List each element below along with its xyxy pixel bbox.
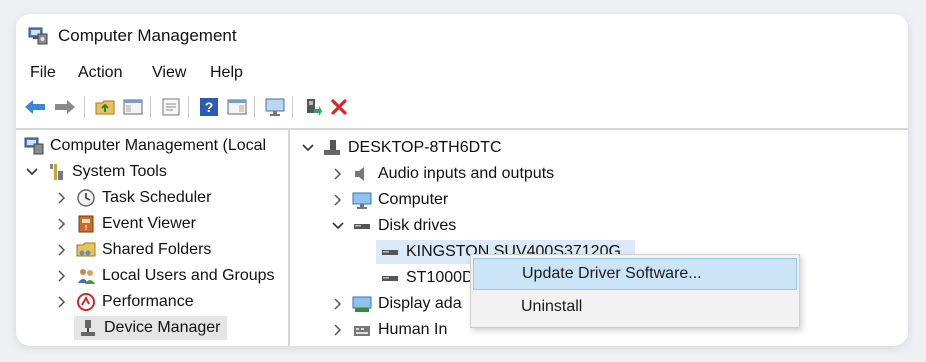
- device-category-computer[interactable]: Computer: [330, 188, 448, 212]
- chevron-right-icon[interactable]: [54, 216, 70, 232]
- uninstall-menu-item[interactable]: Uninstall: [473, 291, 797, 323]
- toolbar-separator: [254, 96, 255, 118]
- chevron-down-icon[interactable]: [300, 140, 316, 156]
- chevron-down-icon[interactable]: [330, 218, 346, 234]
- uninstall-x-icon[interactable]: [326, 94, 352, 120]
- chevron-right-icon[interactable]: [330, 166, 346, 182]
- title-bar: Computer Management: [16, 14, 908, 60]
- properties-icon[interactable]: [158, 94, 184, 120]
- device-label: ST1000D: [406, 269, 474, 286]
- monitor-icon[interactable]: [262, 94, 288, 120]
- disk-drive-icon: [352, 216, 372, 236]
- device-disk-st1000[interactable]: ST1000D: [380, 266, 474, 290]
- console-tree: Computer Management (Local System Tools …: [16, 130, 288, 346]
- update-driver-software-menu-item[interactable]: Update Driver Software...: [473, 258, 797, 290]
- show-action-pane-icon[interactable]: [224, 94, 250, 120]
- toolbar-separator: [188, 96, 189, 118]
- chevron-right-icon[interactable]: [54, 268, 70, 284]
- device-category-label: Computer: [378, 191, 449, 208]
- menu-help[interactable]: Help: [210, 64, 243, 82]
- menu-view[interactable]: View: [152, 64, 186, 82]
- computer-management-icon: [24, 136, 44, 156]
- tree-item-shared-folders[interactable]: Shared Folders: [54, 238, 211, 262]
- event-viewer-icon: !: [76, 214, 96, 234]
- users-icon: [76, 266, 96, 286]
- tree-root-label: Computer Management (Local: [50, 137, 267, 154]
- device-category-label: Disk drives: [378, 217, 457, 234]
- disk-drive-icon: [380, 268, 400, 288]
- device-category-disk-drives[interactable]: Disk drives: [330, 214, 456, 238]
- chevron-right-icon[interactable]: [54, 294, 70, 310]
- chevron-down-icon[interactable]: [24, 164, 40, 180]
- display-adapter-icon: [352, 294, 372, 314]
- up-folder-icon[interactable]: [92, 94, 118, 120]
- chevron-right-icon[interactable]: [330, 296, 346, 312]
- tree-item-local-users-and-groups[interactable]: Local Users and Groups: [54, 264, 275, 288]
- chevron-right-icon[interactable]: [330, 322, 346, 338]
- tree-system-tools-label: System Tools: [72, 163, 167, 180]
- enable-device-icon[interactable]: [300, 94, 326, 120]
- svg-text:!: !: [85, 225, 87, 232]
- tree-item-label: Device Manager: [104, 319, 221, 336]
- toolbar-separator: [292, 96, 293, 118]
- computer-management-icon: [28, 26, 48, 46]
- chevron-right-icon[interactable]: [54, 190, 70, 206]
- svg-text:?: ?: [205, 99, 214, 115]
- monitor-icon: [352, 190, 372, 210]
- performance-icon: [76, 292, 96, 312]
- device-category-display-adapters[interactable]: Display ada: [330, 292, 462, 316]
- tree-root[interactable]: Computer Management (Local: [24, 134, 266, 158]
- speaker-icon: [352, 164, 372, 184]
- disk-drive-icon: [380, 242, 400, 262]
- tree-item-task-scheduler[interactable]: Task Scheduler: [54, 186, 211, 210]
- device-category-label: Human In: [378, 321, 448, 338]
- tree-item-label: Task Scheduler: [102, 189, 212, 206]
- tree-item-device-manager[interactable]: Device Manager: [74, 316, 227, 340]
- window-title: Computer Management: [58, 26, 237, 45]
- device-tree-computer[interactable]: DESKTOP-8TH6DTC: [300, 136, 502, 160]
- toolbar-separator: [84, 96, 85, 118]
- device-category-label: Display ada: [378, 295, 462, 312]
- chevron-right-icon[interactable]: [54, 242, 70, 258]
- device-category-human-interface[interactable]: Human In: [330, 318, 447, 342]
- tree-item-event-viewer[interactable]: ! Event Viewer: [54, 212, 196, 236]
- menu-file[interactable]: File: [30, 64, 56, 82]
- menu-bar: File Action View Help: [16, 60, 908, 88]
- hid-icon: [352, 320, 372, 340]
- toolbar: ?: [16, 92, 908, 122]
- computer-management-window: Computer Management File Action View Hel…: [16, 14, 908, 346]
- tools-icon: [46, 162, 66, 182]
- shared-folder-icon: [76, 240, 96, 260]
- chevron-right-icon[interactable]: [330, 192, 346, 208]
- device-manager-icon: [78, 318, 98, 338]
- tree-item-performance[interactable]: Performance: [54, 290, 194, 314]
- toolbar-separator: [150, 96, 151, 118]
- show-hide-tree-icon[interactable]: [120, 94, 146, 120]
- desktop-computer-icon: [322, 138, 342, 158]
- tree-item-label: Performance: [102, 293, 194, 310]
- context-menu: Update Driver Software... Uninstall: [470, 254, 800, 328]
- menu-action[interactable]: Action: [78, 64, 122, 82]
- clock-icon: [76, 188, 96, 208]
- help-icon[interactable]: ?: [196, 94, 222, 120]
- device-category-audio[interactable]: Audio inputs and outputs: [330, 162, 554, 186]
- tree-item-label: Event Viewer: [102, 215, 196, 232]
- forward-arrow-icon[interactable]: [52, 94, 78, 120]
- back-arrow-icon[interactable]: [22, 94, 48, 120]
- tree-item-label: Local Users and Groups: [102, 267, 275, 284]
- tree-system-tools[interactable]: System Tools: [24, 160, 167, 184]
- computer-name-label: DESKTOP-8TH6DTC: [348, 139, 502, 156]
- tree-item-label: Shared Folders: [102, 241, 212, 258]
- device-category-label: Audio inputs and outputs: [378, 165, 555, 182]
